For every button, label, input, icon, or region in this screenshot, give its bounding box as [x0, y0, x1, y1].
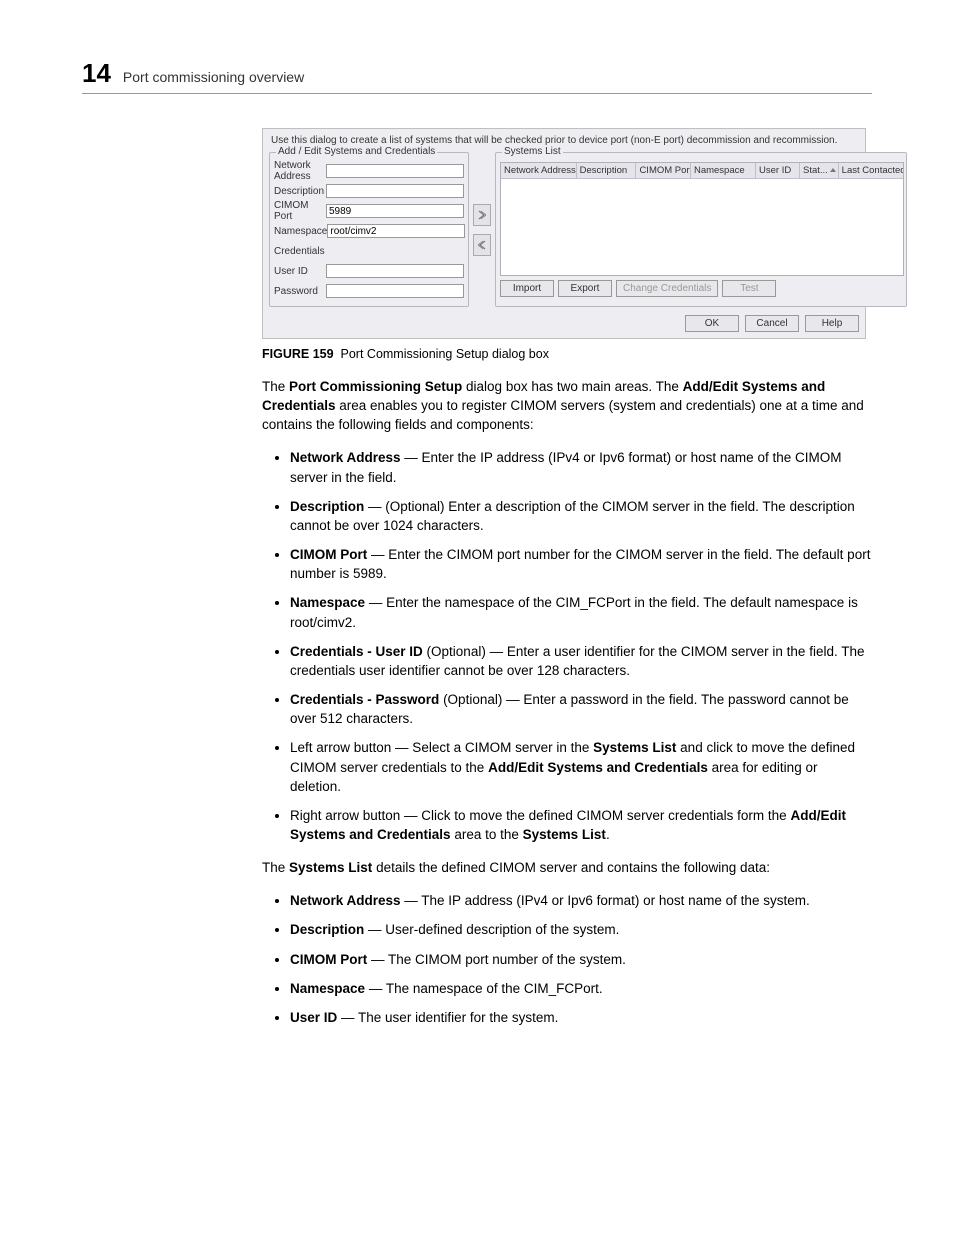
list-item: User ID — The user identifier for the sy… — [290, 1008, 872, 1027]
sort-asc-icon — [830, 168, 836, 172]
systems-table-header: Network Address Description CIMOM Port N… — [501, 163, 903, 179]
import-button[interactable]: Import — [500, 280, 554, 297]
list-item: Left arrow button — Select a CIMOM serve… — [290, 738, 872, 795]
namespace-input[interactable] — [327, 224, 465, 238]
systems-list-panel: Systems List Network Address Description… — [495, 152, 907, 307]
cancel-button[interactable]: Cancel — [745, 315, 799, 332]
list-item: Description — (Optional) Enter a descrip… — [290, 497, 872, 535]
description-label: Description — [274, 186, 326, 197]
list-item: CIMOM Port — The CIMOM port number of th… — [290, 950, 872, 969]
test-button[interactable]: Test — [722, 280, 776, 297]
list-item: Network Address — Enter the IP address (… — [290, 448, 872, 486]
systems-table[interactable]: Network Address Description CIMOM Port N… — [500, 162, 904, 276]
col-cimom-port[interactable]: CIMOM Port — [636, 163, 691, 178]
credentials-heading: Credentials — [274, 246, 346, 257]
col-status[interactable]: Stat... — [800, 163, 839, 178]
move-left-button[interactable] — [473, 234, 491, 256]
network-address-input[interactable] — [326, 164, 464, 178]
port-commissioning-dialog: Use this dialog to create a list of syst… — [262, 128, 866, 339]
password-label: Password — [274, 286, 326, 297]
col-user-id[interactable]: User ID — [756, 163, 800, 178]
fields-list: Network Address — Enter the IP address (… — [262, 448, 872, 844]
list-item: Network Address — The IP address (IPv4 o… — [290, 891, 872, 910]
user-id-input[interactable] — [326, 264, 464, 278]
col-network-address[interactable]: Network Address — [501, 163, 577, 178]
move-right-button[interactable] — [473, 204, 491, 226]
figure-label: FIGURE 159 — [262, 347, 334, 361]
col-namespace[interactable]: Namespace — [691, 163, 756, 178]
page-header: 14 Port commissioning overview — [82, 58, 872, 94]
transfer-buttons — [473, 152, 491, 307]
list-item: Credentials - User ID (Optional) — Enter… — [290, 642, 872, 680]
systems-list-title: Systems List — [502, 146, 563, 157]
col-description[interactable]: Description — [577, 163, 637, 178]
password-input[interactable] — [326, 284, 464, 298]
add-edit-panel: Add / Edit Systems and Credentials Netwo… — [269, 152, 469, 307]
figure-caption: FIGURE 159 Port Commissioning Setup dial… — [262, 347, 872, 361]
description-input[interactable] — [326, 184, 464, 198]
list-item: Namespace — Enter the namespace of the C… — [290, 593, 872, 631]
col-last-contacted[interactable]: Last Contacted — [839, 163, 903, 178]
export-button[interactable]: Export — [558, 280, 612, 297]
intro-paragraph-1: The Port Commissioning Setup dialog box … — [262, 377, 872, 434]
dialog-instruction: Use this dialog to create a list of syst… — [271, 135, 857, 146]
list-item: Credentials - Password (Optional) — Ente… — [290, 690, 872, 728]
change-credentials-button[interactable]: Change Credentials — [616, 280, 718, 297]
ok-button[interactable]: OK — [685, 315, 739, 332]
cimom-port-input[interactable] — [326, 204, 464, 218]
list-item: CIMOM Port — Enter the CIMOM port number… — [290, 545, 872, 583]
add-edit-panel-title: Add / Edit Systems and Credentials — [276, 146, 437, 157]
list-item: Right arrow button — Click to move the d… — [290, 806, 872, 844]
cimom-port-label: CIMOM Port — [274, 200, 326, 222]
figure-caption-text: Port Commissioning Setup dialog box — [341, 347, 549, 361]
network-address-label: Network Address — [274, 160, 326, 182]
page-number: 14 — [82, 58, 111, 89]
user-id-label: User ID — [274, 266, 326, 277]
namespace-label: Namespace — [274, 226, 327, 237]
help-button[interactable]: Help — [805, 315, 859, 332]
data-list: Network Address — The IP address (IPv4 o… — [262, 891, 872, 1027]
intro-paragraph-2: The Systems List details the defined CIM… — [262, 858, 872, 877]
page: 14 Port commissioning overview Use this … — [0, 0, 954, 1235]
list-item: Description — User-defined description o… — [290, 920, 872, 939]
list-item: Namespace — The namespace of the CIM_FCP… — [290, 979, 872, 998]
section-title: Port commissioning overview — [123, 69, 304, 85]
